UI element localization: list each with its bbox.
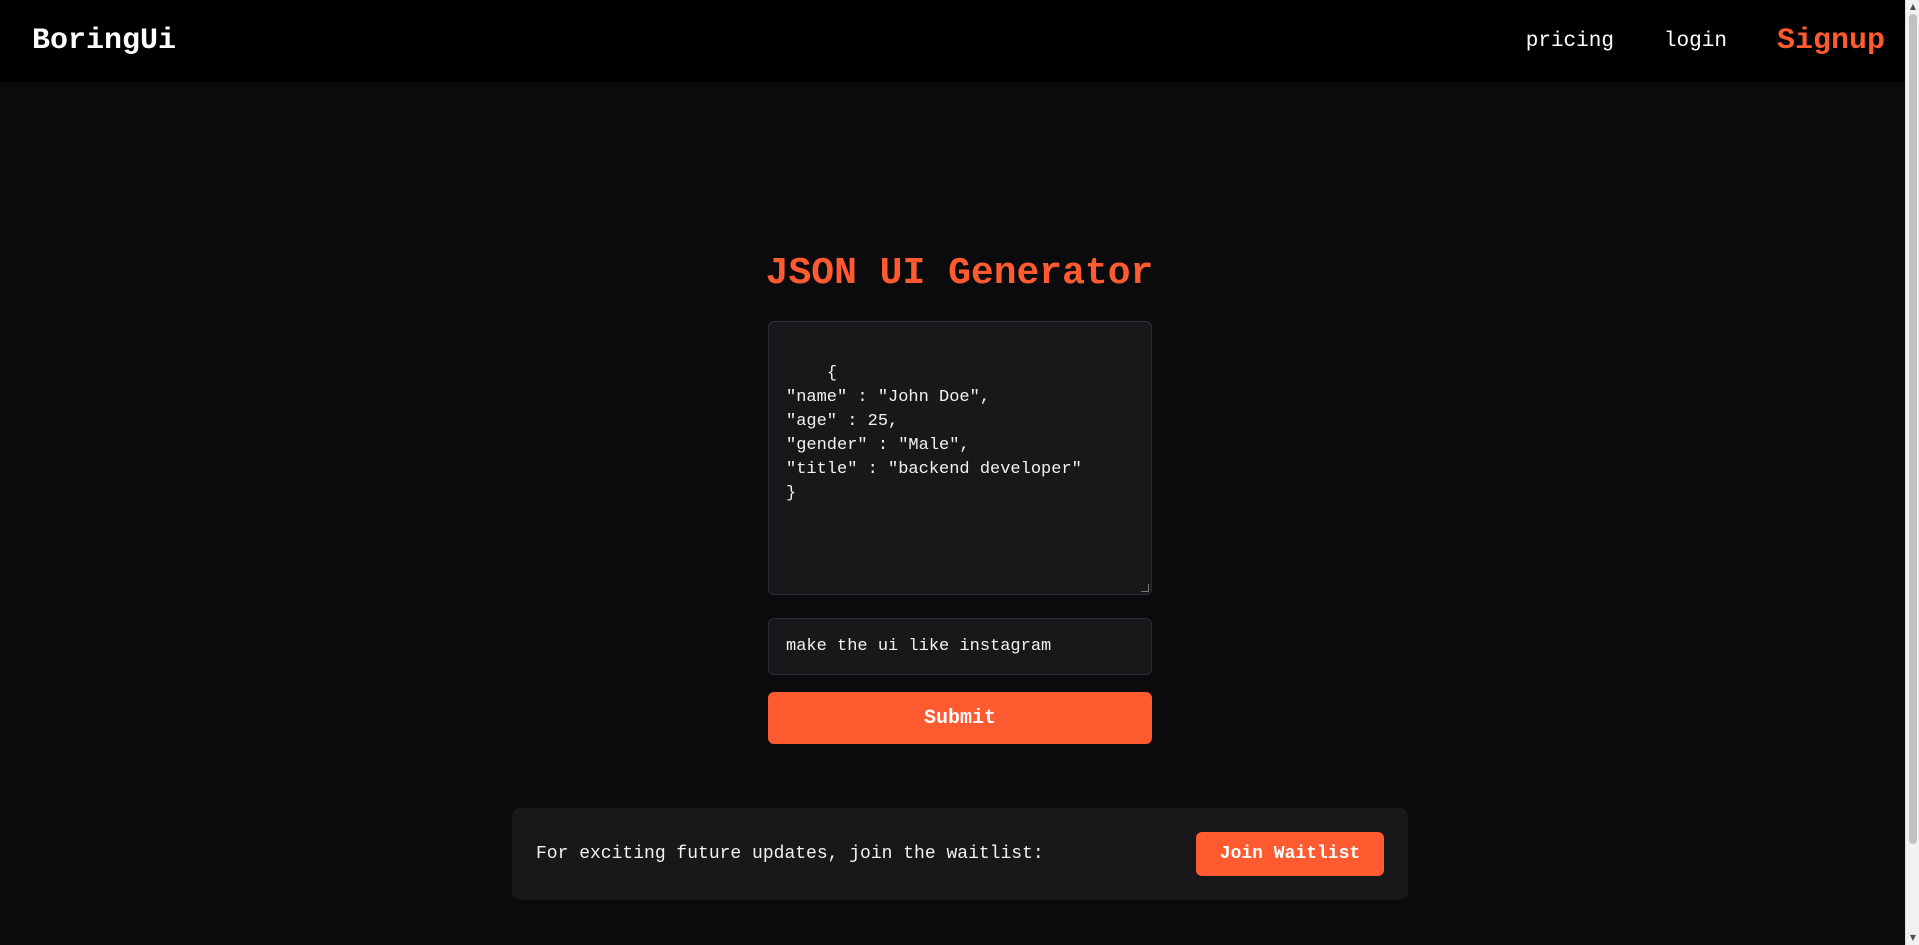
- json-input-textarea[interactable]: { "name" : "John Doe", "age" : 25, "gend…: [768, 321, 1152, 595]
- nav-pricing-link[interactable]: pricing: [1526, 30, 1614, 53]
- waitlist-banner: For exciting future updates, join the wa…: [512, 808, 1408, 900]
- brand-logo[interactable]: BoringUi: [32, 24, 176, 58]
- nav-signup-link[interactable]: Signup: [1777, 24, 1885, 58]
- scroll-up-arrow-icon[interactable]: ▲: [1906, 0, 1919, 14]
- json-input-value: { "name" : "John Doe", "age" : 25, "gend…: [786, 364, 1082, 503]
- scrollbar-thumb[interactable]: [1909, 14, 1917, 844]
- prompt-input-value: make the ui like instagram: [786, 637, 1052, 656]
- prompt-input[interactable]: make the ui like instagram: [768, 618, 1152, 675]
- nav-links: pricing login Signup: [1526, 24, 1885, 58]
- vertical-scrollbar[interactable]: ▲ ▼: [1905, 0, 1919, 945]
- resize-grip-icon[interactable]: [1141, 584, 1149, 592]
- join-waitlist-button[interactable]: Join Waitlist: [1196, 832, 1384, 876]
- submit-button[interactable]: Submit: [768, 692, 1152, 744]
- nav-login-link[interactable]: login: [1664, 30, 1727, 53]
- scroll-down-arrow-icon[interactable]: ▼: [1906, 931, 1919, 945]
- waitlist-text: For exciting future updates, join the wa…: [536, 844, 1044, 864]
- top-navbar: BoringUi pricing login Signup: [0, 0, 1905, 82]
- page-title: JSON UI Generator: [765, 252, 1154, 295]
- page: BoringUi pricing login Signup JSON UI Ge…: [0, 0, 1919, 945]
